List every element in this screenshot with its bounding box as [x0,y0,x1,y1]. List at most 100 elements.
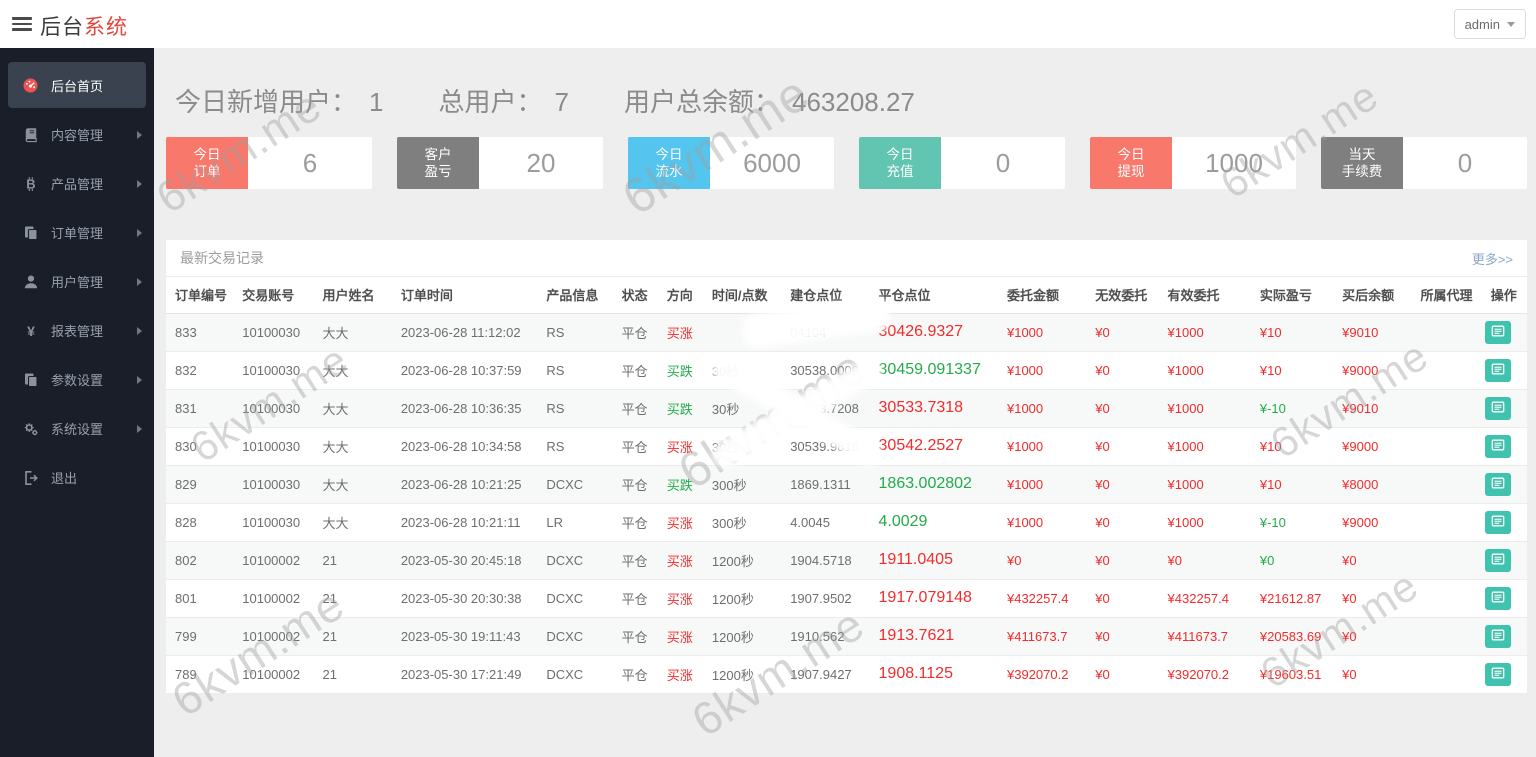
cell-actual-profit: ¥20583.69 [1253,617,1337,656]
column-header: 订单编号 [166,277,237,314]
view-order-button[interactable] [1484,662,1511,686]
chevron-right-icon [137,130,142,139]
svg-text:B: B [26,176,35,191]
cell-entrust-amount: ¥432257.4 [1000,579,1090,618]
book-icon [22,126,39,143]
cell-entrust-amount: ¥1000 [1000,313,1090,352]
cell-direction: 买涨 [660,503,706,542]
cell-direction: 买涨 [660,579,706,618]
sidebar-item-label: 用户管理 [51,275,104,290]
cell-invalid-entrust: ¥0 [1089,655,1162,694]
view-order-button[interactable] [1484,586,1511,610]
cell-actions [1484,579,1527,618]
more-link[interactable]: 更多>> [1472,249,1513,268]
cell-product: RS [540,389,616,428]
cell-user-name: 大大 [316,503,395,542]
stat-item: 今日新增用户： 1 [175,82,383,119]
sidebar-item[interactable]: 用户管理 [0,257,154,306]
cell-valid-entrust: ¥432257.4 [1161,579,1254,618]
sidebar-item[interactable]: 参数设置 [0,355,154,404]
column-header: 操作 [1484,277,1527,314]
view-order-button[interactable] [1484,548,1511,572]
view-order-button[interactable] [1484,396,1511,420]
sidebar-item-label: 后台首页 [51,78,104,94]
bitcoin-icon: B [22,175,39,192]
cell-agent [1414,579,1485,618]
view-order-button[interactable] [1484,510,1511,534]
user-menu[interactable]: admin [1453,9,1526,39]
sidebar-item[interactable]: 系统设置 [0,404,154,453]
cell-account: 10100002 [236,579,317,618]
cell-user-name: 大大 [316,465,395,504]
cell-order-time: 2023-06-28 10:21:11 [394,503,541,542]
cell-balance-after: ¥8000 [1336,465,1415,504]
cell-balance-after: ¥9000 [1336,427,1415,466]
cell-balance-after: ¥9010 [1336,313,1415,352]
view-order-button[interactable] [1484,358,1511,382]
panel-title: 最新交易记录 [180,250,264,266]
cell-agent [1414,351,1485,390]
cell-entrust-amount: ¥1000 [1000,503,1090,542]
cell-user-name: 21 [316,579,395,618]
cell-entrust-amount: ¥392070.2 [1000,655,1090,694]
cell-order-id: 830 [166,427,237,466]
stat-card-value: 6 [248,137,372,189]
sidebar-item[interactable]: 后台首页 [8,62,146,108]
cell-status: 平仓 [615,427,661,466]
chevron-right-icon [137,326,142,335]
view-order-button[interactable] [1484,624,1511,648]
logout-icon [22,469,39,486]
cell-actions [1484,427,1527,466]
column-header: 实际盈亏 [1253,277,1337,314]
cell-valid-entrust: ¥1000 [1161,351,1254,390]
cell-period: 300秒 [705,465,785,504]
cell-agent [1414,541,1485,580]
sidebar-item[interactable]: 退出 [0,453,154,502]
cell-product: DCXC [540,541,616,580]
copy-icon [22,371,39,388]
stat-card-label: 今日 充值 [859,137,941,189]
table-header-row: 订单编号 交易账号 用户姓名 订单时间 产品信息 状态 方向 时间/点数 建仓点位 平仓点位 委托金… [166,277,1527,314]
sidebar-item-label: 系统设置 [51,422,104,437]
cell-user-name: 21 [316,617,395,656]
cell-invalid-entrust: ¥0 [1089,465,1162,504]
stat-cards: 今日 订单 6 客户 盈亏 20 今日 流水 6000 今日 充值 0 今日 提… [166,137,1527,189]
cell-open-point: 4.0045 [784,503,873,542]
cell-entrust-amount: ¥1000 [1000,465,1090,504]
cell-balance-after: ¥0 [1336,655,1415,694]
view-order-button[interactable] [1484,320,1511,344]
menu-toggle-icon[interactable] [12,17,32,34]
column-header: 平仓点位 [872,277,1001,314]
cell-open-point: 30533.7208 [784,389,873,428]
cell-agent [1414,465,1485,504]
stat-label: 今日新增用户： [175,86,358,117]
sidebar: 后台首页 内容管理 B 产品管理 订单管理 用户管理 ¥ 报表管理 参数设置 系… [0,48,154,757]
cell-entrust-amount: ¥0 [1000,541,1090,580]
cell-product: DCXC [540,655,616,694]
stat-label: 用户总余额： [623,86,780,117]
list-icon [1491,362,1505,379]
cell-account: 10100002 [236,541,317,580]
list-icon [1491,324,1505,341]
cell-valid-entrust: ¥1000 [1161,313,1254,352]
sidebar-item[interactable]: ¥ 报表管理 [0,306,154,355]
cell-order-time: 2023-06-28 10:36:35 [394,389,541,428]
cell-invalid-entrust: ¥0 [1089,427,1162,466]
stat-card: 客户 盈亏 20 [397,137,603,189]
column-header: 有效委托 [1161,277,1254,314]
view-order-button[interactable] [1484,434,1511,458]
sidebar-item[interactable]: B 产品管理 [0,159,154,208]
cell-product: RS [540,351,616,390]
chevron-right-icon [137,179,142,188]
sidebar-item[interactable]: 订单管理 [0,208,154,257]
cell-user-name: 大大 [316,427,395,466]
cell-order-id: 799 [166,617,237,656]
sidebar-item[interactable]: 内容管理 [0,110,154,159]
view-order-button[interactable] [1484,472,1511,496]
chevron-right-icon [137,424,142,433]
cell-actions [1484,313,1527,352]
cell-account: 10100002 [236,655,317,694]
column-header: 交易账号 [236,277,317,314]
stat-card-value: 1000 [1172,137,1296,189]
cell-invalid-entrust: ¥0 [1089,579,1162,618]
